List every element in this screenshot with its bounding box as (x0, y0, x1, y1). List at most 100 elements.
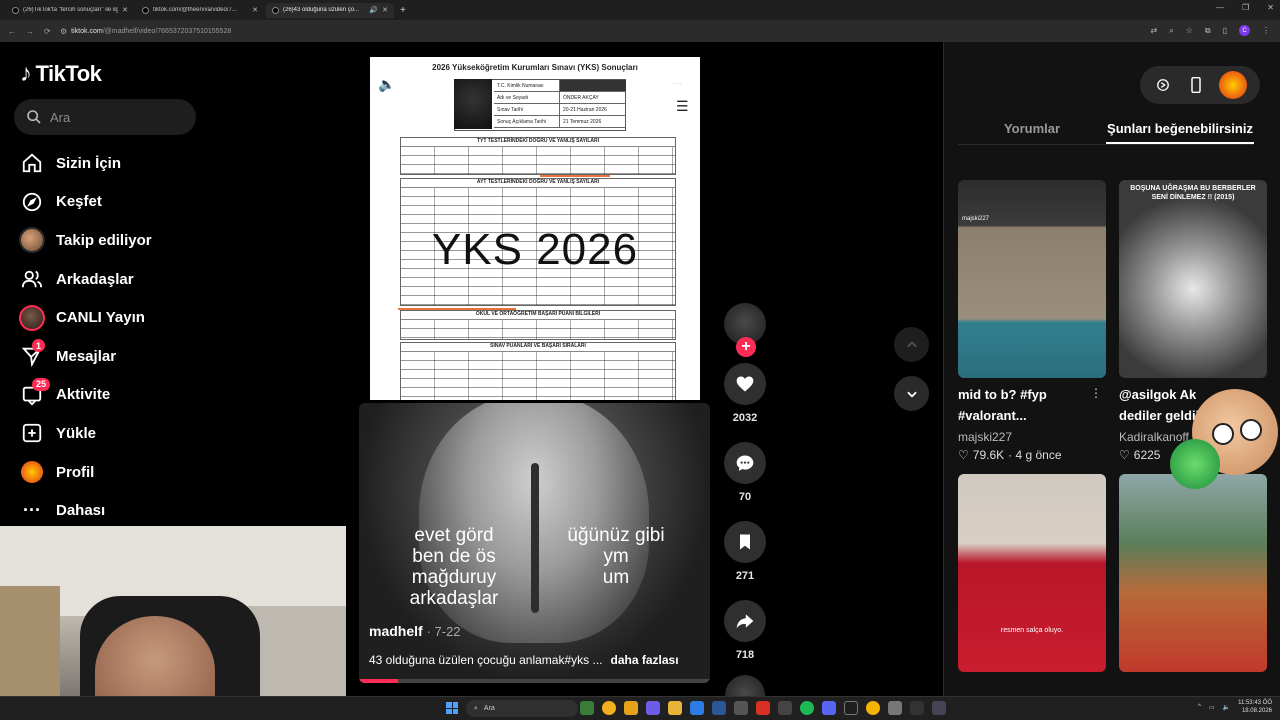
like-action[interactable]: 2032 (724, 363, 766, 424)
share-arrow-icon[interactable] (724, 600, 766, 642)
bookmark-star-icon[interactable]: ☆ (1186, 26, 1193, 35)
app-icon[interactable] (888, 701, 902, 715)
tab-audio-icon[interactable]: 🔊 (369, 6, 378, 14)
see-more-link[interactable]: daha fazlası (611, 653, 679, 667)
sidebar-item-more[interactable]: ··· Dahası (18, 491, 152, 530)
phone-icon[interactable] (1186, 75, 1206, 95)
browser-tab-2[interactable]: tiktok.com/@theervva/video/7... ✕ (136, 3, 264, 18)
tab-close-icon[interactable]: ✕ (252, 6, 258, 14)
zoom-icon[interactable]: ⌕ (1169, 26, 1173, 36)
search-box[interactable] (14, 99, 196, 135)
bookmark-icon[interactable] (724, 521, 766, 563)
video-card[interactable]: majski227 mid to b? #fyp #valorant... ma… (958, 180, 1106, 462)
previous-video-button[interactable] (894, 327, 929, 362)
tiktok-favicon-icon (142, 6, 149, 14)
browser-profile-avatar[interactable]: C (1239, 25, 1250, 36)
live-avatar (18, 304, 46, 332)
sidebar-item-following[interactable]: Takip ediliyor (18, 221, 152, 260)
speaker-icon[interactable]: 🔈 (1223, 704, 1230, 711)
sidebar-item-profile[interactable]: Profil (18, 453, 152, 492)
search-icon (27, 110, 41, 124)
video-author[interactable]: madhelf · 7-22 (369, 623, 461, 639)
sidebar-item-explore[interactable]: Keşfet (18, 183, 152, 222)
chrome-icon[interactable] (602, 701, 616, 715)
video-thumbnail[interactable]: resmen salça oluyo. (958, 474, 1106, 672)
search-input[interactable] (50, 109, 180, 125)
back-icon[interactable]: ← (8, 27, 16, 36)
save-action[interactable]: 271 (724, 521, 766, 582)
sidebar-item-for-you[interactable]: Sizin İçin (18, 144, 152, 183)
clock[interactable]: 11:53:43 ÖÖ 18.08.2026 (1238, 699, 1272, 715)
video-thumbnail[interactable]: BOŞUNA UĞRAŞMA BU BERBERLER SENİ DİNLEME… (1119, 180, 1267, 378)
author-name[interactable]: madhelf (369, 623, 423, 639)
video-player[interactable]: evet görd ben de ös mağduruy arkadaşlar … (359, 403, 710, 683)
windows-start-icon[interactable] (446, 702, 458, 714)
browser-menu-icon[interactable]: ⋮ (1262, 26, 1270, 35)
app-icon[interactable] (910, 701, 924, 715)
site-info-icon[interactable]: ⚙ (60, 27, 67, 36)
user-avatar[interactable] (1219, 71, 1248, 99)
app-icon[interactable] (932, 701, 946, 715)
browser-tab-1[interactable]: (26)TikTok'ta "tercih sonuçları" ile ilg… (6, 3, 134, 18)
app-icon[interactable] (712, 701, 726, 715)
app-icon[interactable] (778, 701, 792, 715)
tab-you-may-like[interactable]: Şunları beğenebilirsiniz (1106, 117, 1254, 144)
comment-action[interactable]: 70 (724, 442, 766, 503)
network-icon[interactable]: ▭ (1209, 704, 1215, 711)
app-icon[interactable] (580, 701, 594, 715)
tab-close-icon[interactable]: ✕ (122, 6, 128, 14)
follow-plus-icon[interactable]: + (736, 337, 756, 357)
tiktok-logo[interactable]: ♪ TikTok (20, 60, 102, 88)
heart-icon[interactable] (724, 363, 766, 405)
app-icon[interactable] (756, 701, 770, 715)
video-more-icon[interactable]: ··· (672, 78, 682, 89)
folder-icon[interactable] (624, 701, 638, 715)
translate-icon[interactable]: ⇄ (1151, 26, 1158, 35)
share-count: 718 (735, 649, 755, 661)
sidebar-item-messages[interactable]: 1 Mesajlar (18, 337, 152, 376)
card-author[interactable]: majski227 (958, 430, 1106, 444)
video-thumbnail[interactable]: majski227 (958, 180, 1106, 378)
video-card[interactable]: resmen salça oluyo. (958, 474, 1106, 672)
creator-avatar[interactable]: + (724, 303, 766, 357)
minimize-icon[interactable]: — (1216, 3, 1224, 12)
sidepanel-icon[interactable]: ▯ (1223, 26, 1227, 35)
sidebar-item-label: CANLI Yayın (56, 309, 145, 327)
edge-icon[interactable] (690, 701, 704, 715)
app-icon[interactable] (668, 701, 682, 715)
app-icon[interactable] (734, 701, 748, 715)
coin-icon[interactable] (1153, 75, 1173, 95)
app-icon[interactable] (844, 701, 858, 715)
tab-comments[interactable]: Yorumlar (958, 117, 1106, 144)
video-caption-left: evet görd ben de ös mağduruy arkadaşlar (409, 525, 499, 609)
discord-icon[interactable] (822, 701, 836, 715)
app-icon[interactable] (646, 701, 660, 715)
tab-close-icon[interactable]: ✕ (382, 6, 388, 14)
sidebar-item-upload[interactable]: Yükle (18, 414, 152, 453)
extensions-icon[interactable]: ⧉ (1205, 26, 1211, 36)
volume-icon[interactable]: 🔈 (378, 76, 395, 93)
chrome-icon[interactable] (866, 701, 880, 715)
taskbar-search[interactable]: ⌕ Ara (466, 700, 578, 717)
browser-tab-3[interactable]: (26)43 olduğuna üzülen ço... 🔊 ✕ (266, 2, 394, 18)
reload-icon[interactable]: ⟳ (44, 27, 51, 36)
next-video-button[interactable] (894, 376, 929, 411)
spotify-icon[interactable] (800, 701, 814, 715)
sidebar-item-live[interactable]: CANLI Yayın (18, 298, 152, 337)
forward-icon[interactable]: → (26, 27, 34, 36)
comment-icon[interactable] (724, 442, 766, 484)
card-title[interactable]: mid to b? #fyp #valorant... (958, 384, 1106, 426)
video-thumbnail[interactable] (1119, 474, 1267, 672)
new-tab-button[interactable]: + (400, 5, 406, 16)
chevron-up-icon[interactable]: ^ (1198, 704, 1201, 710)
tiktok-favicon-icon (272, 6, 279, 14)
share-action[interactable]: 718 (724, 600, 766, 661)
video-progress-bar[interactable] (359, 679, 710, 683)
close-window-icon[interactable]: ✕ (1267, 3, 1274, 12)
video-card[interactable] (1119, 474, 1267, 672)
card-menu-icon[interactable]: ⋮ (1090, 386, 1102, 400)
restore-icon[interactable]: ❐ (1242, 3, 1249, 12)
sidebar-item-activity[interactable]: 25 Aktivite (18, 376, 152, 415)
sidebar-item-friends[interactable]: Arkadaşlar (18, 260, 152, 299)
url-field[interactable]: tiktok.com/@madhelf/video/76653720375101… (71, 28, 231, 35)
